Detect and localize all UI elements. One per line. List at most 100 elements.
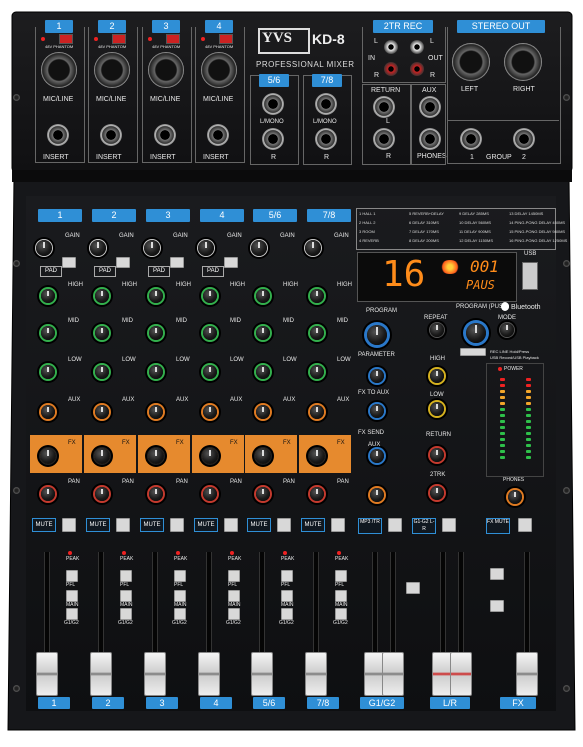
phantom-switch[interactable] <box>112 34 126 44</box>
channel-fader[interactable] <box>144 652 166 696</box>
program-push-knob[interactable] <box>466 323 486 343</box>
pad-button[interactable] <box>116 257 130 268</box>
main-assign-button[interactable] <box>335 590 347 602</box>
aux-send-knob[interactable] <box>41 405 55 419</box>
mute-button[interactable]: MUTE <box>32 518 56 532</box>
gain-knob[interactable] <box>251 240 267 256</box>
high-eq-knob[interactable] <box>149 289 163 303</box>
group-assign-button[interactable] <box>335 608 347 620</box>
group2-jack[interactable] <box>513 128 535 150</box>
main-assign-button[interactable] <box>66 590 78 602</box>
lmono-jack[interactable] <box>262 93 284 115</box>
fx-send-knob[interactable] <box>40 448 56 464</box>
mute-button[interactable]: MUTE <box>194 518 218 532</box>
fx-mute-switch[interactable] <box>518 518 532 532</box>
phones-knob[interactable] <box>508 490 522 504</box>
pad-button[interactable] <box>62 257 76 268</box>
master-low-knob[interactable] <box>430 402 444 416</box>
pad-button[interactable] <box>170 257 184 268</box>
channel-fader[interactable] <box>198 652 220 696</box>
gain-knob[interactable] <box>305 240 321 256</box>
group1-jack[interactable] <box>460 128 482 150</box>
mid-eq-knob[interactable] <box>256 326 270 340</box>
group-assign-button[interactable] <box>120 608 132 620</box>
combo-xlr-jack[interactable] <box>94 52 130 88</box>
main-assign-button[interactable] <box>281 590 293 602</box>
channel-fader[interactable] <box>90 652 112 696</box>
high-eq-knob[interactable] <box>310 289 324 303</box>
lmono-jack[interactable] <box>315 93 337 115</box>
fx-send-knob[interactable] <box>148 448 164 464</box>
gain-knob[interactable] <box>36 240 52 256</box>
aux-send-knob[interactable] <box>310 405 324 419</box>
fx-send-knob[interactable] <box>309 448 325 464</box>
low-eq-knob[interactable] <box>41 365 55 379</box>
pad-button[interactable] <box>224 257 238 268</box>
gain-knob[interactable] <box>198 240 214 256</box>
fx-master-fader[interactable] <box>516 652 538 696</box>
g1g2-switch[interactable] <box>442 518 456 532</box>
rca-jack[interactable] <box>410 62 424 76</box>
pfl-master-button[interactable] <box>406 582 420 594</box>
mute-switch[interactable] <box>170 518 184 532</box>
rca-jack[interactable] <box>384 62 398 76</box>
combo-xlr-jack[interactable] <box>41 52 77 88</box>
insert-jack[interactable] <box>154 124 176 146</box>
mid-eq-knob[interactable] <box>149 326 163 340</box>
repeat-button[interactable] <box>430 323 444 337</box>
low-eq-knob[interactable] <box>95 365 109 379</box>
pan-knob[interactable] <box>256 487 270 501</box>
r-jack[interactable] <box>262 128 284 150</box>
g2-fader[interactable] <box>382 652 404 696</box>
main-assign-button[interactable] <box>174 590 186 602</box>
mp3-mute-switch[interactable] <box>388 518 402 532</box>
fx-send-knob[interactable] <box>94 448 110 464</box>
main-assign-button[interactable] <box>228 590 240 602</box>
master-aux-knob[interactable] <box>370 488 384 502</box>
combo-xlr-jack[interactable] <box>148 52 184 88</box>
mute-button[interactable]: MUTE <box>140 518 164 532</box>
pan-knob[interactable] <box>149 487 163 501</box>
high-eq-knob[interactable] <box>95 289 109 303</box>
mute-button[interactable]: MUTE <box>301 518 325 532</box>
fx-pfl-button[interactable] <box>490 568 504 580</box>
main-assign-button[interactable] <box>120 590 132 602</box>
mid-eq-knob[interactable] <box>310 326 324 340</box>
aux-send-knob[interactable] <box>149 405 163 419</box>
phantom-switch[interactable] <box>166 34 180 44</box>
aux-send-knob[interactable] <box>95 405 109 419</box>
gain-knob[interactable] <box>90 240 106 256</box>
low-eq-knob[interactable] <box>310 365 324 379</box>
group-assign-button[interactable] <box>228 608 240 620</box>
group-assign-button[interactable] <box>66 608 78 620</box>
insert-jack[interactable] <box>100 124 122 146</box>
pfl-button[interactable] <box>281 570 293 582</box>
insert-jack[interactable] <box>47 124 69 146</box>
pfl-button[interactable] <box>120 570 132 582</box>
rca-jack[interactable] <box>384 40 398 54</box>
mid-eq-knob[interactable] <box>203 326 217 340</box>
phantom-switch[interactable] <box>219 34 233 44</box>
pan-knob[interactable] <box>310 487 324 501</box>
mute-button[interactable]: MUTE <box>247 518 271 532</box>
pfl-button[interactable] <box>174 570 186 582</box>
right-master-fader[interactable] <box>450 652 472 696</box>
mid-eq-knob[interactable] <box>95 326 109 340</box>
tr2-knob[interactable] <box>430 486 444 500</box>
mp3-mute-button[interactable]: MP3 /TR <box>358 518 382 534</box>
channel-fader[interactable] <box>251 652 273 696</box>
program-knob[interactable] <box>367 325 387 345</box>
mute-switch[interactable] <box>277 518 291 532</box>
rec-button[interactable] <box>460 348 486 356</box>
combo-xlr-jack[interactable] <box>201 52 237 88</box>
fx-to-main-button[interactable] <box>490 600 504 612</box>
mute-button[interactable]: MUTE <box>86 518 110 532</box>
pfl-button[interactable] <box>335 570 347 582</box>
insert-jack[interactable] <box>207 124 229 146</box>
usb-port[interactable] <box>522 262 538 290</box>
fx-to-aux-knob[interactable] <box>370 369 384 383</box>
r-jack[interactable] <box>315 128 337 150</box>
fx-mute-button[interactable]: FX MUTE <box>486 518 510 534</box>
fx-send-knob[interactable] <box>202 448 218 464</box>
phantom-switch[interactable] <box>59 34 73 44</box>
